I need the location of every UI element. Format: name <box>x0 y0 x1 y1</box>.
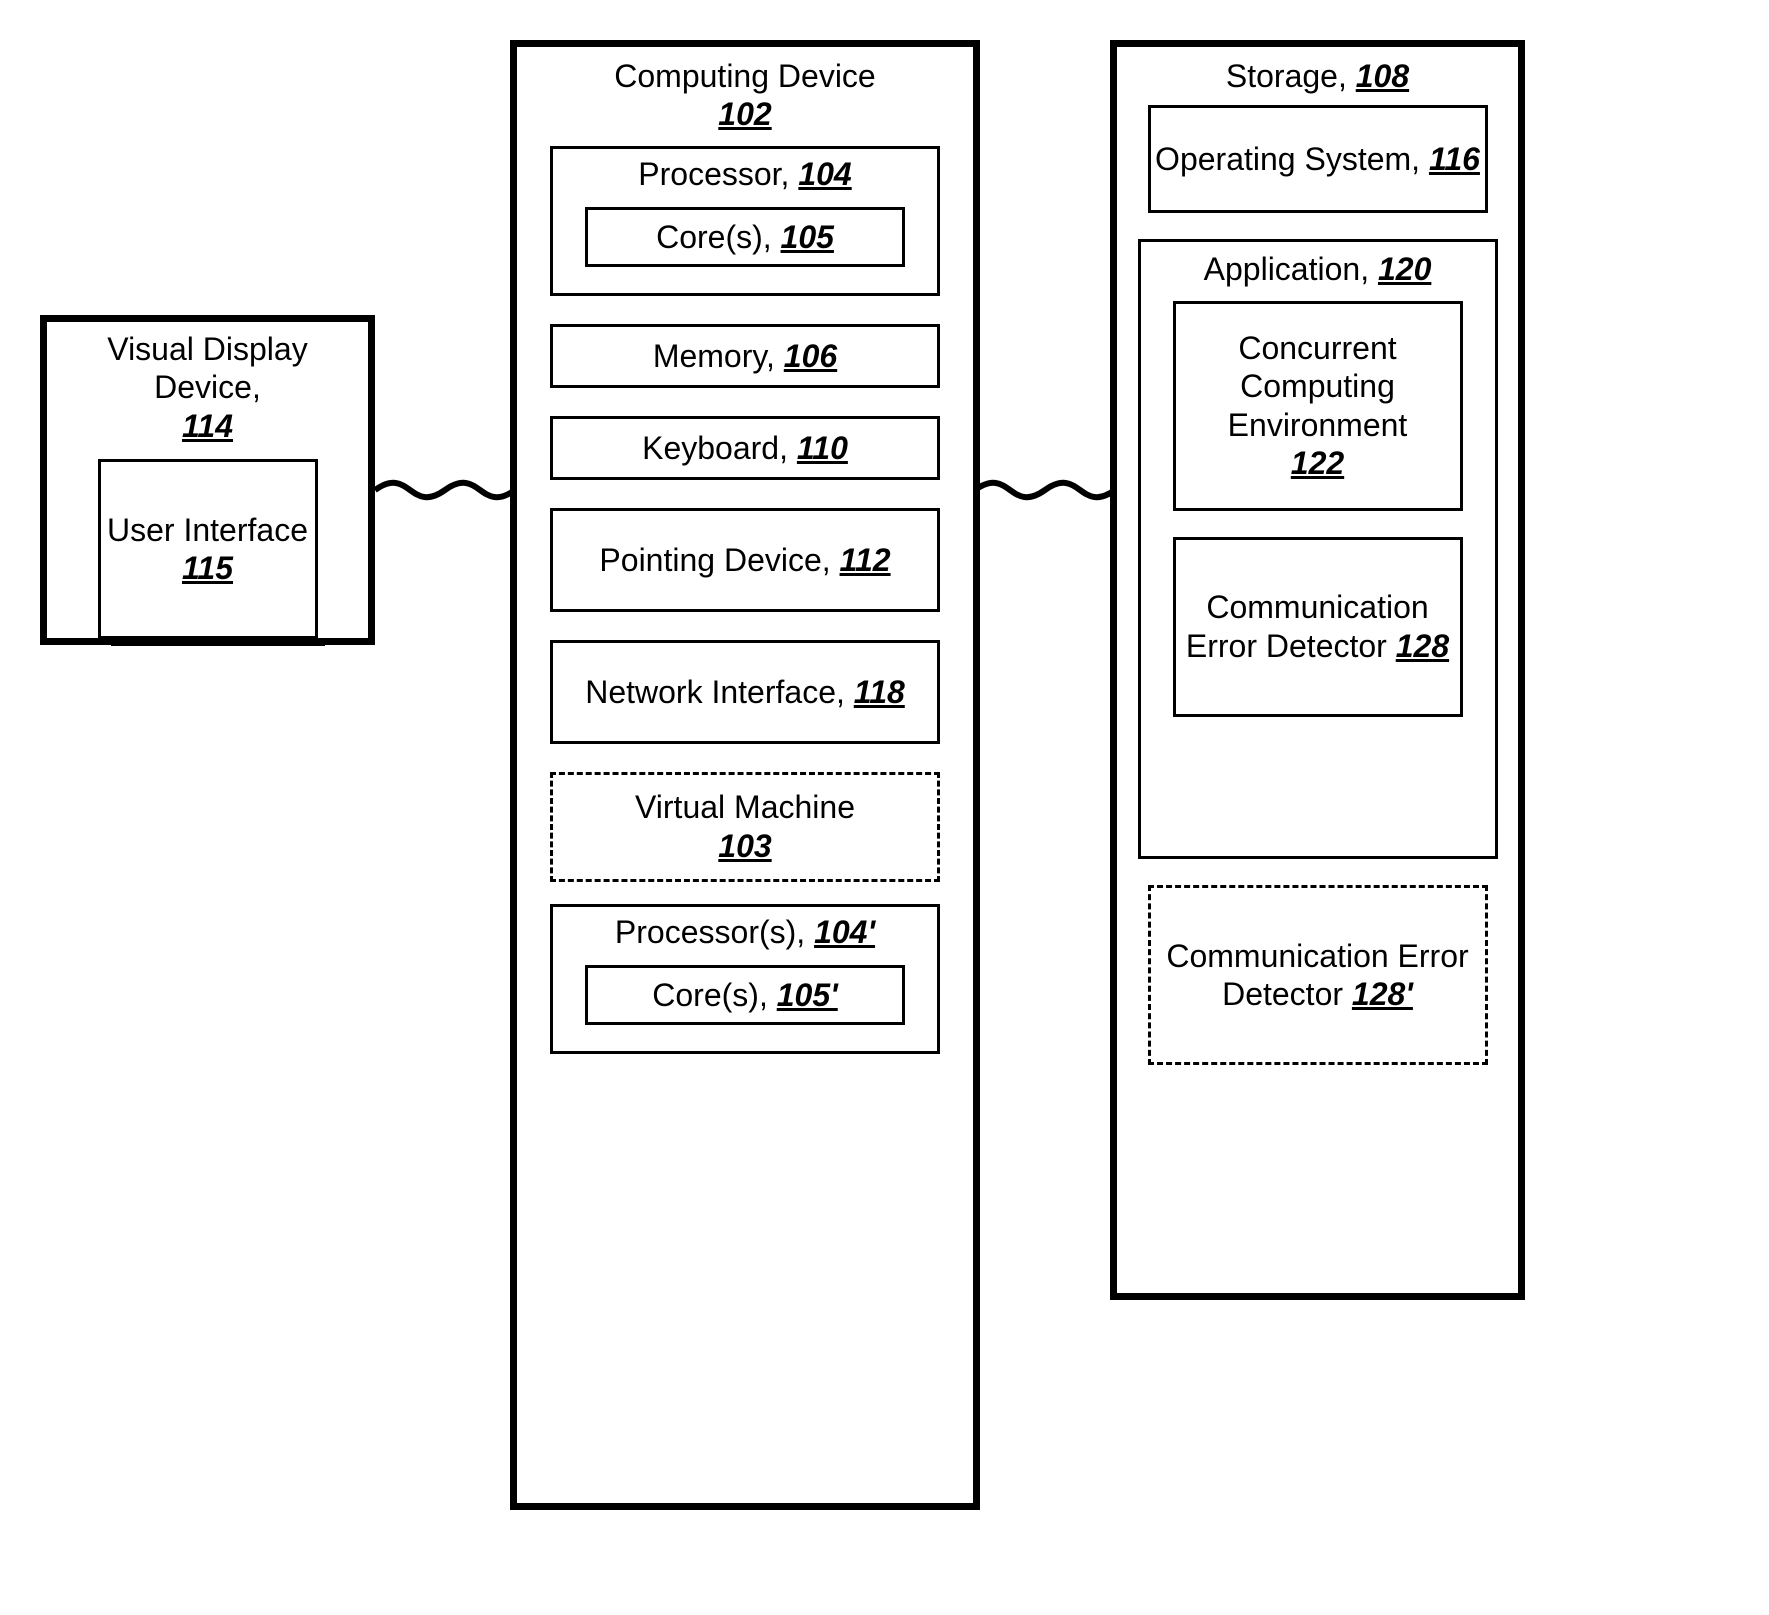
connector-display-to-computing <box>375 470 515 510</box>
cores-label: Core(s), 105 <box>656 218 834 256</box>
virtual-machine-block: Virtual Machine 103 <box>550 772 940 882</box>
network-interface-block: Network Interface, 118 <box>550 640 940 744</box>
user-interface-label: User Interface 115 <box>107 511 308 588</box>
cores2-label: Core(s), 105' <box>652 976 837 1014</box>
operating-system-block: Operating System, 116 <box>1148 105 1488 213</box>
diagram-canvas: Visual Display Device, 114 User Interfac… <box>20 20 1769 1595</box>
memory-block: Memory, 106 <box>550 324 940 388</box>
storage-title: Storage, 108 <box>1131 57 1504 95</box>
visual-display-device-block: Visual Display Device, 114 User Interfac… <box>40 315 375 645</box>
cores-block: Core(s), 105 <box>585 207 905 267</box>
processor-label: Processor, 104 <box>559 155 931 193</box>
user-interface-block: User Interface 115 <box>98 459 318 639</box>
network-interface-label: Network Interface, 118 <box>585 673 905 711</box>
computing-device-title: Computing Device 102 <box>529 57 961 134</box>
processors2-block: Processor(s), 104' Core(s), 105' <box>550 904 940 1054</box>
computing-device-block: Computing Device 102 Processor, 104 Core… <box>510 40 980 1510</box>
storage-block: Storage, 108 Operating System, 116 Appli… <box>1110 40 1525 1300</box>
cores2-block: Core(s), 105' <box>585 965 905 1025</box>
pointing-device-label: Pointing Device, 112 <box>599 541 890 579</box>
memory-label: Memory, 106 <box>653 337 837 375</box>
keyboard-label: Keyboard, 110 <box>642 429 848 467</box>
processor-block: Processor, 104 Core(s), 105 <box>550 146 940 296</box>
virtual-machine-label: Virtual Machine 103 <box>635 788 855 865</box>
pointing-device-block: Pointing Device, 112 <box>550 508 940 612</box>
comm-error-detector-block: Communication Error Detector 128 <box>1173 537 1463 717</box>
concurrent-computing-env-label: Concurrent Computing Environment 122 <box>1182 329 1454 483</box>
concurrent-computing-env-block: Concurrent Computing Environment 122 <box>1173 301 1463 511</box>
connector-computing-to-storage <box>975 470 1115 510</box>
operating-system-label: Operating System, 116 <box>1155 140 1480 178</box>
comm-error-detector-label: Communication Error Detector 128 <box>1180 588 1456 665</box>
processors2-label: Processor(s), 104' <box>559 913 931 951</box>
comm-error-detector2-block: Communication Error Detector 128' <box>1148 885 1488 1065</box>
application-label: Application, 120 <box>1151 250 1485 288</box>
keyboard-block: Keyboard, 110 <box>550 416 940 480</box>
comm-error-detector2-label: Communication Error Detector 128' <box>1157 937 1479 1014</box>
application-block: Application, 120 Concurrent Computing En… <box>1138 239 1498 859</box>
visual-display-device-title: Visual Display Device, 114 <box>57 330 358 445</box>
